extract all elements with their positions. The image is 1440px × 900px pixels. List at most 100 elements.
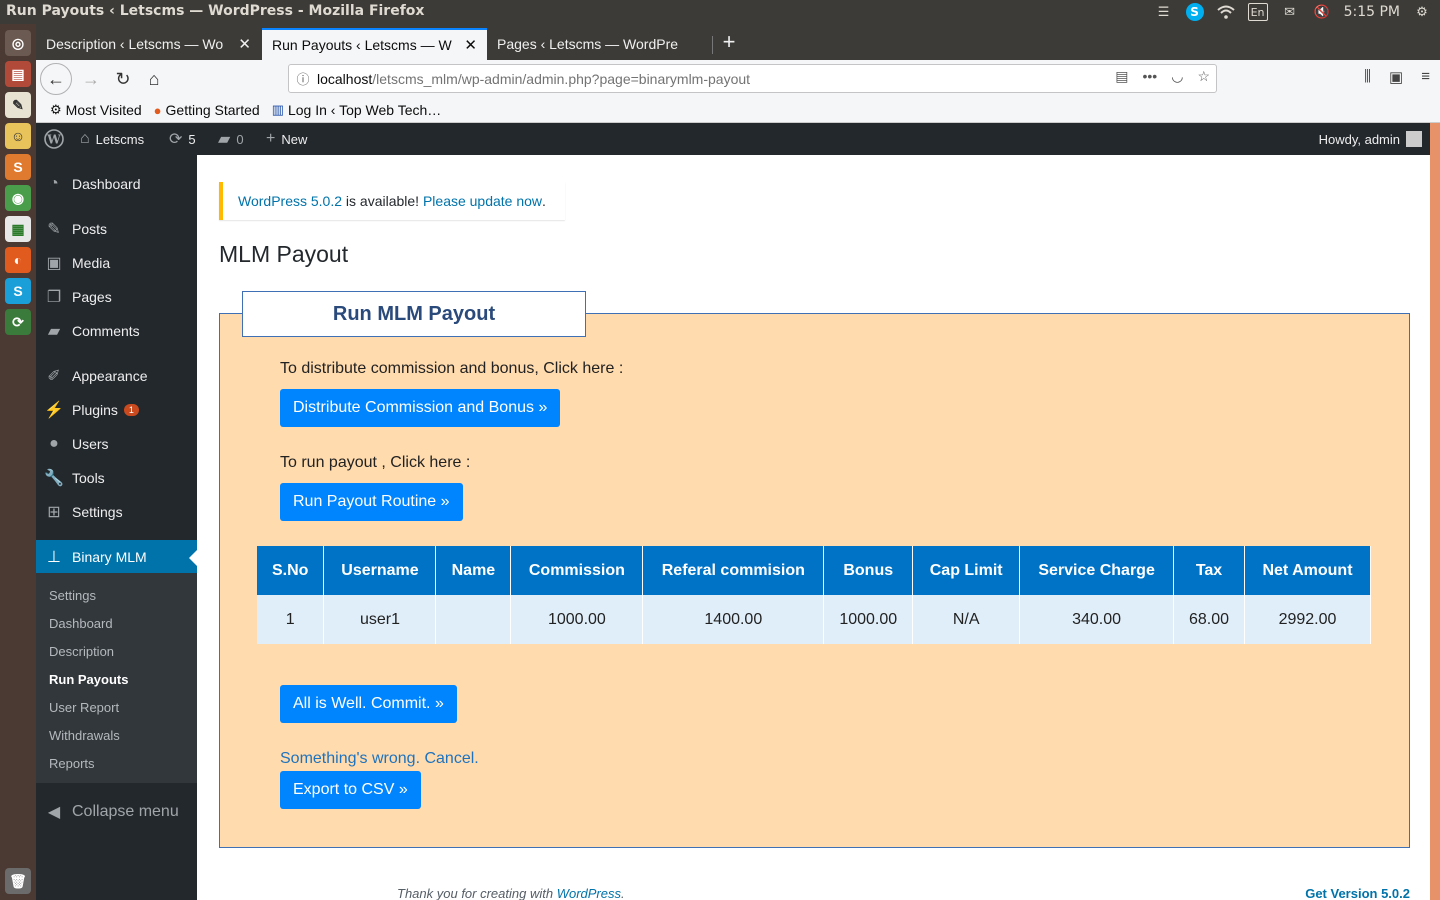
submenu-withdrawals[interactable]: Withdrawals <box>49 728 120 743</box>
settings-gear-icon[interactable]: ⚙ <box>1412 3 1432 21</box>
hamburger-menu-icon[interactable]: ≡ <box>1421 68 1430 86</box>
sidebar-item-appearance[interactable]: ✐ Appearance <box>36 359 197 393</box>
avatar <box>1406 131 1422 147</box>
mail-icon[interactable]: ✉ <box>1280 3 1300 21</box>
account-menu[interactable]: Howdy, admin <box>1319 123 1422 155</box>
sidebar-item-label: Tools <box>72 470 105 486</box>
column-header: Cap Limit <box>912 546 1021 595</box>
table-cell: 1000.00 <box>510 595 644 644</box>
wp-admin-bar: W ⌂ Letscms ⟳ 5 ▰ 0 + New Howdy, admin <box>36 123 1430 155</box>
updates-icon: ⟳ <box>169 131 183 148</box>
ubuntu-dash-icon[interactable]: ◎ <box>5 30 31 56</box>
sidebar-item-dashboard[interactable]: ◔ Dashboard <box>36 167 197 201</box>
submenu-run-payouts[interactable]: Run Payouts <box>49 672 128 687</box>
forward-button[interactable]: → <box>76 64 106 94</box>
tab-run-payouts[interactable]: Run Payouts ‹ Letscms — W ✕ <box>262 28 487 60</box>
tab-pages[interactable]: Pages ‹ Letscms — WordPre <box>487 28 712 60</box>
collapse-menu-button[interactable]: ◀ Collapse menu <box>36 795 197 829</box>
sidebar-item-media[interactable]: ▣ Media <box>36 246 197 280</box>
page-actions-icon[interactable]: ••• <box>1143 68 1158 85</box>
run-payout-routine-button[interactable]: Run Payout Routine » <box>280 483 463 521</box>
comments-link[interactable]: ▰ 0 <box>218 123 244 155</box>
back-button[interactable]: ← <box>40 63 72 95</box>
table-cell: user1 <box>323 595 437 644</box>
home-button[interactable]: ⌂ <box>139 64 169 94</box>
update-now-link[interactable]: Please update now <box>423 193 542 209</box>
info-icon[interactable]: ⓘ <box>289 69 317 88</box>
submenu-description[interactable]: Description <box>49 644 114 659</box>
payout-panel-title: Run MLM Payout <box>242 291 586 337</box>
reload-button[interactable]: ↻ <box>108 64 138 94</box>
keyboard-layout-indicator[interactable]: En <box>1247 3 1268 21</box>
volume-muted-icon[interactable]: 🔇 <box>1312 3 1332 21</box>
chrome-icon[interactable]: ◉ <box>5 185 31 211</box>
main-content: WordPress 5.0.2 is available! Please upd… <box>197 155 1430 900</box>
spreadsheet-icon[interactable]: ▦ <box>5 216 31 242</box>
sidebar-item-comments[interactable]: ▰ Comments <box>36 314 197 348</box>
sidebar-item-label: Media <box>72 255 111 271</box>
sidebar-item-posts[interactable]: ✎ Posts <box>36 212 197 246</box>
skype-icon[interactable]: S <box>5 278 31 304</box>
wordpress-logo-icon[interactable]: W <box>44 123 64 155</box>
close-icon[interactable]: ✕ <box>464 36 477 54</box>
distribute-commission-button[interactable]: Distribute Commission and Bonus » <box>280 389 561 427</box>
sidebar-item-tools[interactable]: 🔧 Tools <box>36 461 197 495</box>
new-content-link[interactable]: + New <box>266 123 307 155</box>
column-header: Tax <box>1173 546 1245 595</box>
bookmark-log-in[interactable]: ▥ Log In ‹ Top Web Tech… <box>272 102 442 118</box>
wifi-icon[interactable] <box>1216 3 1236 21</box>
wp-admin-sidebar: ◔ Dashboard ✎ Posts ▣ Media ❐ Pages ▰ Co… <box>36 155 197 900</box>
sidebar-item-label: Users <box>72 436 109 452</box>
table-header-row: S.No Username Name Commission Referal co… <box>257 546 1372 595</box>
commit-button[interactable]: All is Well. Commit. » <box>280 685 457 723</box>
firefox-icon[interactable]: ◐ <box>5 247 31 273</box>
bookmarks-bar: ⚙ Most Visited ● Getting Started ▥ Log I… <box>36 98 1440 123</box>
update-count-badge: 1 <box>123 404 139 416</box>
sidebar-item-binary-mlm[interactable]: ⊥ Binary MLM <box>36 540 197 574</box>
clock[interactable]: 5:15 PM <box>1344 4 1400 20</box>
firefox-icon: ● <box>153 102 162 118</box>
column-header: Referal commision <box>642 546 825 595</box>
wordpress-link[interactable]: WordPress <box>557 886 621 900</box>
cancel-link[interactable]: Something's wrong. Cancel. <box>280 750 479 768</box>
close-icon[interactable]: ✕ <box>238 35 251 53</box>
collapse-arrow-icon: ◀ <box>47 804 61 821</box>
url-bar[interactable]: ⓘ localhost/letscms_mlm/wp-admin/admin.p… <box>288 64 1217 93</box>
sublime-text-icon[interactable]: S <box>5 154 31 180</box>
sidebar-item-pages[interactable]: ❐ Pages <box>36 280 197 314</box>
footer-thanks-prefix: Thank you for creating with <box>397 886 557 900</box>
sidebar-icon[interactable]: ▣ <box>1389 68 1403 86</box>
skype-icon[interactable]: S <box>1185 3 1204 21</box>
wordpress-version-link[interactable]: WordPress 5.0.2 <box>238 193 342 209</box>
files-icon[interactable]: ▤ <box>5 61 31 87</box>
bookmark-most-visited[interactable]: ⚙ Most Visited <box>50 102 142 118</box>
wrench-icon: 🔧 <box>44 470 64 487</box>
tab-description[interactable]: Description ‹ Letscms — Wo ✕ <box>36 28 261 60</box>
bookmark-star-icon[interactable]: ☆ <box>1197 68 1210 85</box>
site-name-link[interactable]: ⌂ Letscms <box>80 123 144 155</box>
export-csv-button[interactable]: Export to CSV » <box>280 771 421 809</box>
pocket-icon[interactable]: ◡ <box>1171 68 1183 85</box>
reader-view-icon[interactable]: ▤ <box>1115 68 1128 85</box>
sidebar-item-users[interactable]: ● Users <box>36 427 197 461</box>
new-tab-button[interactable]: + <box>718 28 740 56</box>
library-icon[interactable]: ⫼ <box>1364 68 1371 86</box>
new-label: New <box>281 131 308 147</box>
svg-text:W: W <box>46 133 61 147</box>
submenu-settings[interactable]: Settings <box>49 588 96 603</box>
mascot-icon[interactable]: ☺ <box>5 123 31 149</box>
submenu-user-report[interactable]: User Report <box>49 700 119 715</box>
updater-icon[interactable]: ⟳ <box>5 309 31 335</box>
submenu-reports[interactable]: Reports <box>49 756 95 771</box>
site-name: Letscms <box>95 131 145 147</box>
get-version-link[interactable]: Get Version 5.0.2 <box>1305 886 1410 900</box>
sidebar-item-plugins[interactable]: ⚡ Plugins 1 <box>36 393 197 427</box>
sidebar-item-settings[interactable]: ⊞ Settings <box>36 495 197 529</box>
trash-icon[interactable]: 🗑 <box>5 868 31 894</box>
bookmark-getting-started[interactable]: ● Getting Started <box>154 102 260 118</box>
updates-link[interactable]: ⟳ 5 <box>169 123 196 155</box>
text-editor-icon[interactable]: ✎ <box>5 92 31 118</box>
tab-label: Run Payouts ‹ Letscms — W <box>272 37 452 53</box>
menu-icon[interactable]: ☰ <box>1154 3 1174 21</box>
submenu-dashboard[interactable]: Dashboard <box>49 616 113 631</box>
